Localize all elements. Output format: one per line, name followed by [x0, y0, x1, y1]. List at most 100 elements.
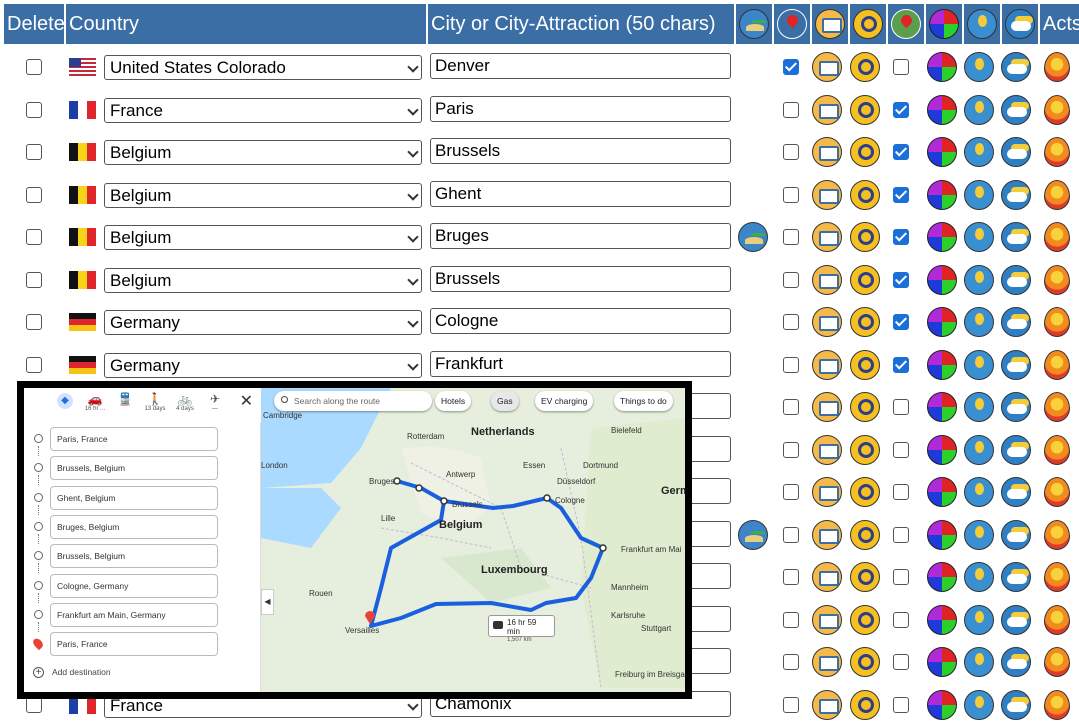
- route-duration-badge[interactable]: 16 hr 59 min 1,507 km: [488, 615, 555, 643]
- hand-coin-icon[interactable]: [964, 307, 994, 337]
- magnifier-icon[interactable]: [850, 307, 880, 337]
- mode-walk[interactable]: 🚶 13 days: [140, 392, 170, 412]
- hand-coin-icon[interactable]: [964, 94, 994, 125]
- stop-input[interactable]: Paris, France: [50, 427, 218, 451]
- city-input[interactable]: Brussels: [430, 265, 731, 292]
- pie-chart-icon[interactable]: [927, 52, 957, 82]
- city-input[interactable]: Frankfurt: [430, 350, 731, 377]
- pin-checkbox[interactable]: [783, 101, 799, 118]
- pin-checkbox[interactable]: [783, 144, 799, 160]
- country-select[interactable]: Belgium: [104, 182, 422, 208]
- balloon-icon[interactable]: [1044, 137, 1070, 167]
- magnifier-icon[interactable]: [850, 222, 880, 252]
- stop-input[interactable]: Brussels, Belgium: [50, 456, 218, 481]
- balloon-icon[interactable]: [1044, 562, 1070, 592]
- balloon-icon[interactable]: [1044, 94, 1070, 125]
- magnifier-icon[interactable]: [850, 94, 880, 125]
- hand-coin-icon[interactable]: [964, 689, 994, 720]
- magnifier-icon[interactable]: [850, 647, 880, 677]
- hand-coin-icon[interactable]: [964, 264, 994, 295]
- pie-chart-icon[interactable]: [927, 307, 957, 337]
- magnifier-icon[interactable]: [850, 52, 880, 82]
- pin-checkbox[interactable]: [783, 441, 799, 458]
- hand-coin-icon[interactable]: [964, 222, 994, 252]
- hand-coin-icon[interactable]: [964, 604, 994, 635]
- chip-ev-charging[interactable]: EV charging: [535, 391, 594, 411]
- pie-chart-icon[interactable]: [927, 477, 957, 507]
- city-input[interactable]: Denver: [430, 53, 731, 79]
- stop-input[interactable]: Frankfurt am Main, Germany: [50, 602, 218, 627]
- collapse-panel-button[interactable]: ◀: [261, 589, 274, 615]
- pin-checkbox[interactable]: [783, 399, 799, 415]
- pin-checkbox[interactable]: [783, 569, 799, 585]
- magnifier-icon[interactable]: [850, 604, 880, 635]
- mode-car[interactable]: 🚗 16 hr ...: [80, 392, 110, 412]
- delete-checkbox[interactable]: [26, 314, 42, 330]
- info-card-icon[interactable]: [812, 222, 842, 252]
- hand-coin-icon[interactable]: [964, 519, 994, 550]
- mode-directions[interactable]: ◆: [50, 392, 80, 409]
- hand-coin-icon[interactable]: [964, 647, 994, 677]
- map-checkbox[interactable]: [893, 569, 909, 585]
- hand-coin-icon[interactable]: [964, 52, 994, 82]
- balloon-icon[interactable]: [1044, 434, 1070, 465]
- chip-things-to-do[interactable]: Things to do: [614, 391, 673, 411]
- pin-checkbox[interactable]: [783, 271, 799, 288]
- country-select[interactable]: United States Colorado: [104, 55, 422, 80]
- weather-icon[interactable]: [1001, 179, 1031, 210]
- weather-icon[interactable]: [1001, 604, 1031, 635]
- hand-coin-icon[interactable]: [964, 179, 994, 210]
- magnifier-icon[interactable]: [850, 264, 880, 295]
- info-card-icon[interactable]: [812, 307, 842, 337]
- hand-coin-icon[interactable]: [964, 349, 994, 380]
- balloon-icon[interactable]: [1044, 519, 1070, 550]
- map-checkbox[interactable]: [893, 654, 909, 670]
- weather-icon[interactable]: [1001, 264, 1031, 295]
- country-select[interactable]: Belgium: [104, 140, 422, 165]
- hand-coin-icon[interactable]: [964, 137, 994, 167]
- hand-coin-icon[interactable]: [964, 434, 994, 465]
- weather-icon[interactable]: [1001, 689, 1031, 720]
- map-checkbox[interactable]: [893, 229, 909, 245]
- pie-chart-icon[interactable]: [927, 222, 957, 252]
- weather-icon[interactable]: [1001, 519, 1031, 550]
- island-icon[interactable]: [738, 222, 768, 252]
- stop-input[interactable]: Bruges, Belgium: [50, 514, 218, 539]
- hand-coin-icon[interactable]: [964, 562, 994, 592]
- weather-icon[interactable]: [1001, 52, 1031, 82]
- magnifier-icon[interactable]: [850, 477, 880, 507]
- pie-chart-icon[interactable]: [927, 604, 957, 635]
- magnifier-icon[interactable]: [850, 137, 880, 167]
- country-select[interactable]: France: [104, 97, 422, 123]
- pin-checkbox[interactable]: [783, 526, 799, 543]
- delete-checkbox[interactable]: [26, 229, 42, 245]
- balloon-icon[interactable]: [1044, 222, 1070, 252]
- info-card-icon[interactable]: [812, 349, 842, 380]
- pin-checkbox[interactable]: [783, 186, 799, 203]
- balloon-icon[interactable]: [1044, 477, 1070, 507]
- weather-icon[interactable]: [1001, 94, 1031, 125]
- pin-checkbox[interactable]: [783, 229, 799, 245]
- stop-input[interactable]: Paris, France: [50, 632, 218, 657]
- weather-icon[interactable]: [1001, 434, 1031, 465]
- pie-chart-icon[interactable]: [927, 392, 957, 422]
- map-checkbox[interactable]: [893, 611, 909, 628]
- info-card-icon[interactable]: [812, 604, 842, 635]
- info-card-icon[interactable]: [812, 434, 842, 465]
- chip-gas[interactable]: Gas: [491, 391, 519, 411]
- delete-checkbox[interactable]: [26, 186, 42, 203]
- pie-chart-icon[interactable]: [927, 562, 957, 592]
- delete-checkbox[interactable]: [26, 271, 42, 288]
- magnifier-icon[interactable]: [850, 434, 880, 465]
- info-card-icon[interactable]: [812, 264, 842, 295]
- weather-icon[interactable]: [1001, 307, 1031, 337]
- balloon-icon[interactable]: [1044, 52, 1070, 82]
- chip-hotels[interactable]: Hotels: [435, 391, 472, 411]
- route-map[interactable]: Cambridge Netherlands Rotterdam Bielefeld Lo…: [261, 388, 685, 692]
- magnifier-icon[interactable]: [850, 519, 880, 550]
- pie-chart-icon[interactable]: [927, 647, 957, 677]
- pin-checkbox[interactable]: [783, 484, 799, 500]
- magnifier-icon[interactable]: [850, 689, 880, 720]
- delete-checkbox[interactable]: [26, 101, 42, 118]
- balloon-icon[interactable]: [1044, 349, 1070, 380]
